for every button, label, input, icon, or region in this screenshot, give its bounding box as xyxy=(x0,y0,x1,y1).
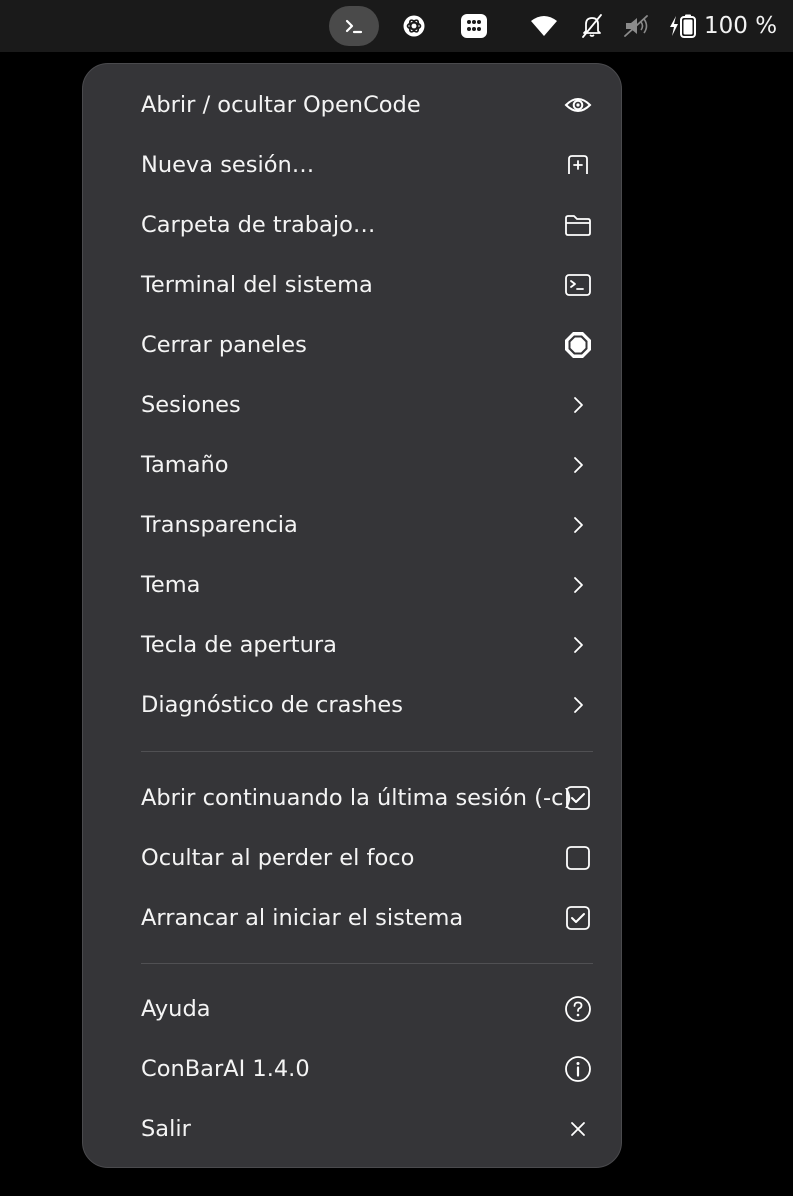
notifications-tray-button[interactable] xyxy=(577,6,607,46)
menu-item-open-key[interactable]: Tecla de apertura xyxy=(83,617,621,673)
chevron-right-icon xyxy=(563,450,593,480)
menu-item-label: Ayuda xyxy=(141,996,211,1022)
menu-item-close-panels[interactable]: Cerrar paneles xyxy=(83,317,621,373)
menu-item-label: Carpeta de trabajo… xyxy=(141,212,376,238)
volume-tray-button[interactable] xyxy=(622,6,652,46)
close-icon xyxy=(563,1114,593,1144)
toggle-label: Ocultar al perder el foco xyxy=(141,845,415,871)
battery-charging-icon xyxy=(670,14,696,38)
battery-tray-button[interactable]: 100 % xyxy=(668,6,778,46)
help-icon xyxy=(563,994,593,1024)
bell-muted-icon xyxy=(582,14,602,38)
dots-app-tray-button[interactable] xyxy=(457,6,491,46)
openai-tray-button[interactable] xyxy=(398,6,430,46)
menu-item-label: Tecla de apertura xyxy=(141,632,337,658)
menu-item-system-terminal[interactable]: Terminal del sistema xyxy=(83,257,621,313)
speaker-muted-icon xyxy=(624,15,648,37)
menu-item-label: Abrir / ocultar OpenCode xyxy=(141,92,421,118)
menu-item-toggle-opencode[interactable]: Abrir / ocultar OpenCode xyxy=(83,77,621,133)
menu-item-label: Cerrar paneles xyxy=(141,332,307,358)
top-bar: 100 % xyxy=(0,0,793,52)
eye-icon xyxy=(563,90,593,120)
chevron-right-icon xyxy=(563,510,593,540)
menu-item-label: Nueva sesión… xyxy=(141,152,315,178)
wifi-tray-button[interactable] xyxy=(527,6,561,46)
new-session-icon xyxy=(563,150,593,180)
toggle-label: Arrancar al iniciar el sistema xyxy=(141,905,464,931)
folder-icon xyxy=(563,210,593,240)
menu-item-label: Terminal del sistema xyxy=(141,272,373,298)
chevron-right-icon xyxy=(563,390,593,420)
toggle-label: Abrir continuando la última sesión (-c) xyxy=(141,785,573,811)
menu-separator xyxy=(141,751,593,752)
menu-item-label: Salir xyxy=(141,1116,191,1142)
stop-icon xyxy=(563,330,593,360)
toggle-hide-on-focus-loss[interactable]: Ocultar al perder el foco xyxy=(83,830,621,886)
menu-item-quit[interactable]: Salir xyxy=(83,1101,621,1157)
menu-item-help[interactable]: Ayuda xyxy=(83,981,621,1037)
checkbox-unchecked-icon[interactable] xyxy=(563,843,593,873)
menu-item-label: Sesiones xyxy=(141,392,241,418)
battery-percentage: 100 % xyxy=(704,13,778,39)
menu-item-crash-diagnostics[interactable]: Diagnóstico de crashes xyxy=(83,677,621,733)
menu-item-sessions[interactable]: Sesiones xyxy=(83,377,621,433)
menu-item-new-session[interactable]: Nueva sesión… xyxy=(83,137,621,193)
menu-item-label: Tamaño xyxy=(141,452,229,478)
checkbox-checked-icon[interactable] xyxy=(563,783,593,813)
menu-item-work-folder[interactable]: Carpeta de trabajo… xyxy=(83,197,621,253)
menu-item-label: Tema xyxy=(141,572,201,598)
terminal-icon xyxy=(345,19,363,34)
menu-item-label: Diagnóstico de crashes xyxy=(141,692,403,718)
dots-app-icon xyxy=(461,14,487,38)
menu-item-about[interactable]: ConBarAI 1.4.0 xyxy=(83,1041,621,1097)
menu-item-theme[interactable]: Tema xyxy=(83,557,621,613)
openai-icon xyxy=(403,15,425,37)
chevron-right-icon xyxy=(563,690,593,720)
menu-item-size[interactable]: Tamaño xyxy=(83,437,621,493)
chevron-right-icon xyxy=(563,630,593,660)
menu-item-transparency[interactable]: Transparencia xyxy=(83,497,621,553)
terminal-tray-button[interactable] xyxy=(329,6,379,46)
toggle-start-on-boot[interactable]: Arrancar al iniciar el sistema xyxy=(83,890,621,946)
tray-menu: Abrir / ocultar OpenCode Nueva sesión… C… xyxy=(82,63,622,1168)
wifi-icon xyxy=(531,16,557,36)
chevron-right-icon xyxy=(563,570,593,600)
toggle-continue-last-session[interactable]: Abrir continuando la última sesión (-c) xyxy=(83,770,621,826)
terminal-icon xyxy=(563,270,593,300)
menu-item-label: ConBarAI 1.4.0 xyxy=(141,1056,310,1082)
menu-item-label: Transparencia xyxy=(141,512,298,538)
info-icon xyxy=(563,1054,593,1084)
menu-separator xyxy=(141,963,593,964)
checkbox-checked-icon[interactable] xyxy=(563,903,593,933)
